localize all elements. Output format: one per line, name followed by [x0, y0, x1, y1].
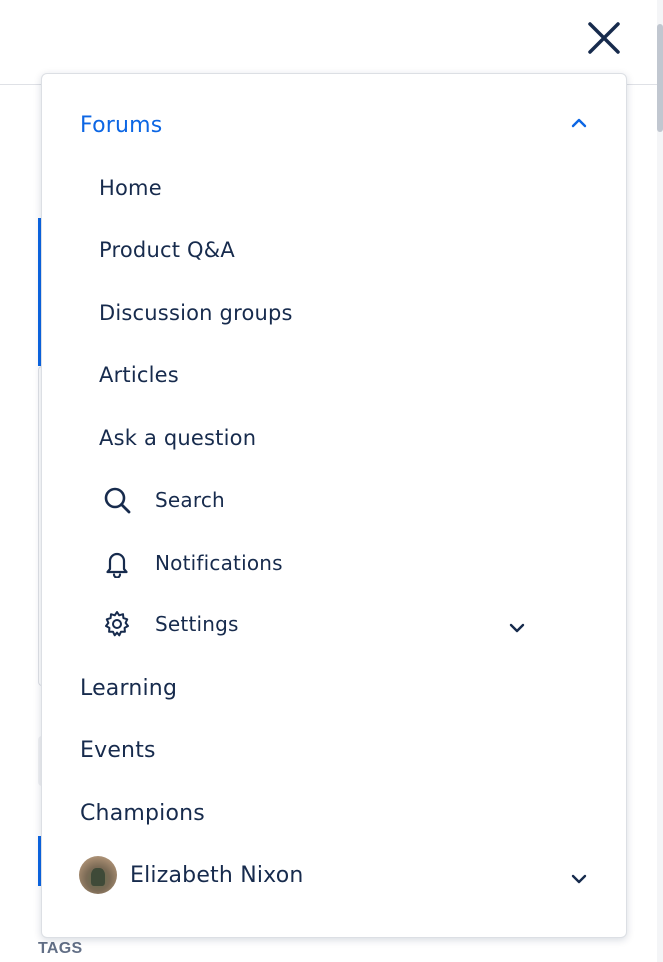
avatar	[79, 856, 117, 894]
submenu-item-notifications[interactable]: Notifications	[42, 541, 626, 585]
navigation-menu: Forums Home Product Q&A Discussion group…	[41, 73, 627, 938]
submenu-item-discussion-groups[interactable]: Discussion groups	[42, 291, 626, 335]
gear-icon	[101, 608, 133, 640]
submenu-item-label: Articles	[99, 363, 179, 387]
submenu-item-label: Search	[155, 488, 225, 512]
menu-item-label: Events	[80, 737, 156, 763]
tags-heading: TAGS	[38, 940, 83, 957]
menu-item-label: Forums	[80, 112, 163, 138]
submenu-item-ask-question[interactable]: Ask a question	[42, 416, 626, 460]
bell-icon	[101, 547, 133, 579]
menu-item-champions[interactable]: Champions	[42, 791, 626, 835]
submenu-item-label: Notifications	[155, 551, 283, 575]
submenu-item-articles[interactable]: Articles	[42, 353, 626, 397]
menu-item-user-profile[interactable]: Elizabeth Nixon	[42, 853, 626, 897]
close-icon	[587, 21, 621, 59]
chevron-down-icon[interactable]	[505, 616, 529, 640]
submenu-item-search[interactable]: Search	[42, 478, 626, 522]
menu-item-events[interactable]: Events	[42, 728, 626, 772]
submenu-item-label: Discussion groups	[99, 301, 293, 325]
submenu-item-label: Ask a question	[99, 426, 257, 450]
close-menu-button[interactable]	[584, 20, 624, 60]
submenu-item-label: Home	[99, 176, 162, 200]
submenu-item-label: Product Q&A	[99, 238, 235, 262]
submenu-item-home[interactable]: Home	[42, 166, 626, 210]
submenu-item-product-qa[interactable]: Product Q&A	[42, 228, 626, 272]
search-icon	[101, 484, 133, 516]
page: TAGS Forums Home Product Q&A Discussion …	[0, 0, 663, 962]
user-name: Elizabeth Nixon	[130, 862, 304, 888]
page-scrollbar[interactable]	[657, 0, 663, 962]
submenu-item-label: Settings	[155, 612, 239, 636]
menu-item-label: Learning	[80, 675, 178, 701]
menu-item-label: Champions	[80, 800, 205, 826]
chevron-up-icon[interactable]	[567, 111, 591, 135]
chevron-down-icon[interactable]	[567, 867, 591, 891]
menu-item-learning[interactable]: Learning	[42, 666, 626, 710]
scrollbar-thumb[interactable]	[657, 24, 663, 132]
submenu-item-settings[interactable]: Settings	[42, 602, 626, 646]
menu-item-forums[interactable]: Forums	[42, 103, 626, 147]
